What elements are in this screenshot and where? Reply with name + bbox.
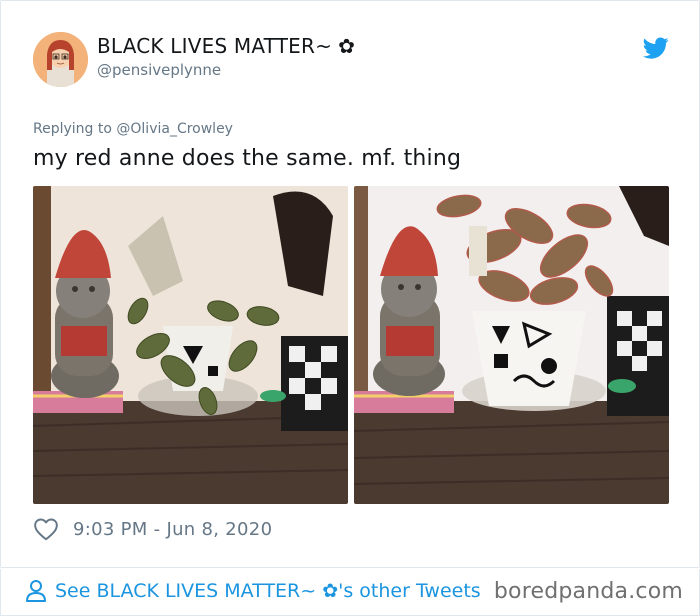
user-handle[interactable]: @pensiveplynne	[97, 61, 221, 79]
heart-icon[interactable]	[33, 517, 59, 541]
watermark: boredpanda.com	[493, 579, 683, 604]
see-other-tweets-label: See BLACK LIVES MATTER~ ✿'s other Tweets	[55, 580, 481, 602]
tweet-header: BLACK LIVES MATTER~ ✿ @pensiveplynne	[33, 32, 673, 88]
timestamp[interactable]: 9:03 PM - Jun 8, 2020	[73, 519, 272, 540]
avatar-image	[33, 32, 88, 87]
photo-right[interactable]	[354, 186, 669, 504]
tweet-meta: 9:03 PM - Jun 8, 2020	[33, 517, 272, 541]
replying-to-link[interactable]: @Olivia_Crowley	[116, 121, 233, 137]
name-row: BLACK LIVES MATTER~ ✿	[97, 34, 355, 58]
display-name[interactable]: BLACK LIVES MATTER~	[97, 34, 332, 58]
person-icon	[26, 580, 46, 602]
tweet-card: BLACK LIVES MATTER~ ✿ @pensiveplynne Rep…	[0, 0, 700, 568]
photo-gnome-wilted	[33, 186, 348, 504]
twitter-bird-icon[interactable]	[643, 35, 669, 61]
replying-prefix: Replying to	[33, 121, 112, 137]
see-other-tweets-link[interactable]: See BLACK LIVES MATTER~ ✿'s other Tweets	[25, 579, 481, 603]
flower-icon: ✿	[338, 34, 356, 58]
tweet-media	[33, 186, 669, 504]
tweet-text: my red anne does the same. mf. thing	[33, 146, 462, 171]
replying-to: Replying to @Olivia_Crowley	[33, 121, 233, 137]
photo-gnome-healthy	[354, 186, 669, 504]
tweet-footer: See BLACK LIVES MATTER~ ✿'s other Tweets…	[0, 569, 700, 616]
photo-left[interactable]	[33, 186, 348, 504]
avatar[interactable]	[33, 32, 88, 87]
